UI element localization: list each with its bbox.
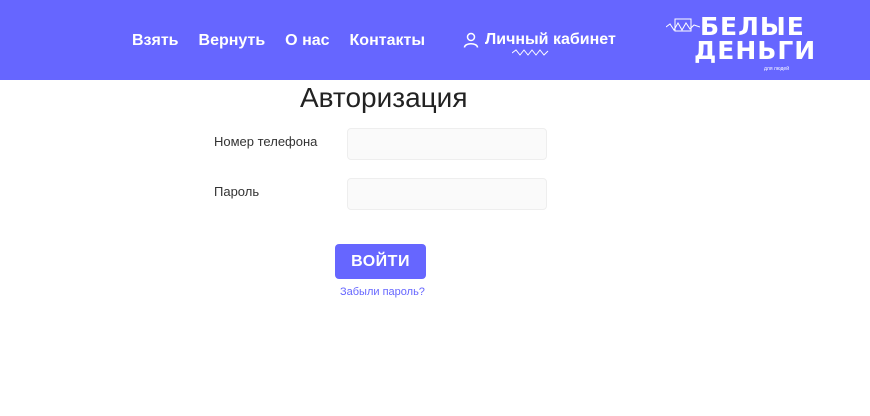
page-title: Авторизация [300, 82, 468, 113]
nav-link-return[interactable]: Вернуть [199, 32, 266, 50]
main-nav: Взять Вернуть О нас Контакты [132, 32, 425, 50]
nav-link-about[interactable]: О нас [285, 32, 329, 50]
site-header: Взять Вернуть О нас Контакты Личный каби… [0, 0, 870, 80]
password-input[interactable] [347, 178, 547, 210]
personal-cabinet-label: Личный кабинет [485, 31, 616, 48]
personal-cabinet-link[interactable]: Личный кабинет [463, 31, 616, 49]
nav-link-contacts[interactable]: Контакты [350, 32, 425, 50]
password-label: Пароль [214, 184, 260, 199]
login-button[interactable]: ВОЙТИ [335, 244, 426, 279]
wave-icon [512, 49, 549, 56]
forgot-password-link[interactable]: Забыли пароль? [340, 286, 425, 298]
logo-wave-icon [666, 18, 700, 32]
phone-input[interactable] [347, 128, 547, 160]
nav-link-take[interactable]: Взять [132, 32, 179, 50]
brand-logo[interactable]: БЕЛЫЕ ДЕНЬГИ для людей [666, 14, 815, 74]
phone-label: Номер телефона [214, 134, 318, 149]
logo-line-2: ДЕНЬГИ [694, 36, 817, 65]
user-icon [463, 32, 479, 48]
logo-tagline: для людей [764, 66, 789, 72]
